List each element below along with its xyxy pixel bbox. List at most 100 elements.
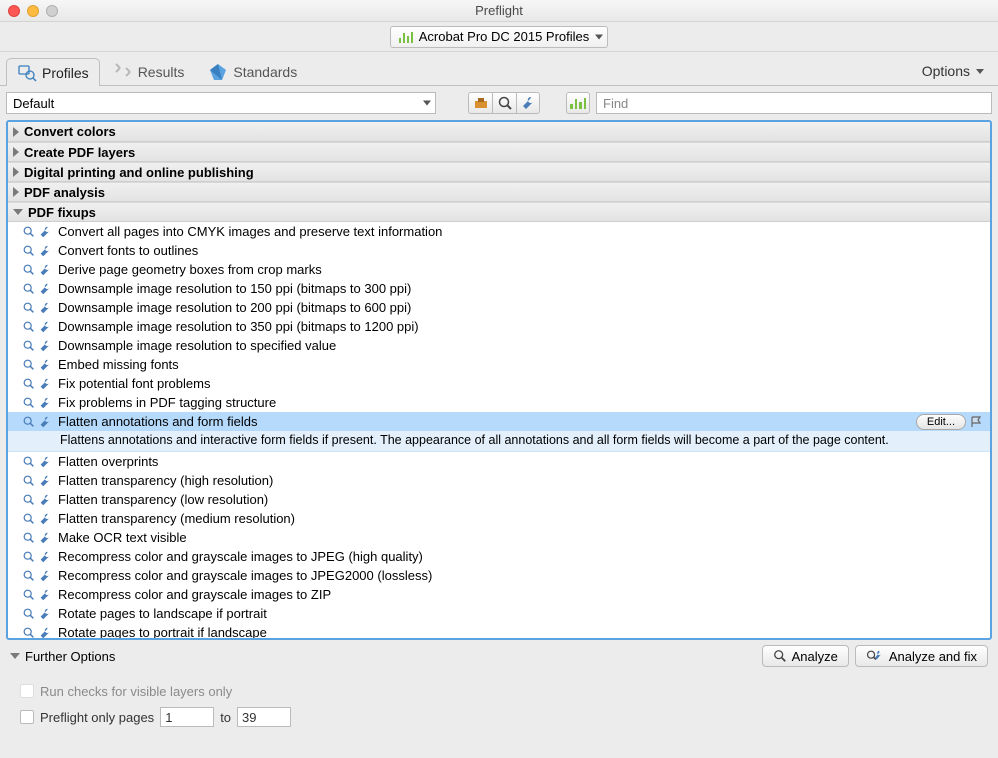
magnifier-icon <box>22 569 36 583</box>
triangle-down-icon <box>13 209 23 215</box>
find-input[interactable]: Find <box>596 92 992 114</box>
chevron-down-icon <box>423 101 431 106</box>
visible-layers-row: Run checks for visible layers only <box>20 678 978 704</box>
fixup-item[interactable]: Embed missing fonts <box>8 355 990 374</box>
magnifier-icon <box>22 607 36 621</box>
zoom-window-button[interactable] <box>46 5 58 17</box>
fixup-item[interactable]: Flatten transparency (medium resolution) <box>8 509 990 528</box>
category-row[interactable]: Convert colors <box>8 122 990 142</box>
show-profiles-button[interactable] <box>492 92 516 114</box>
window-titlebar: Preflight <box>0 0 998 22</box>
wrench-icon <box>38 512 52 526</box>
wrench-icon <box>38 455 52 469</box>
fixup-item[interactable]: Downsample image resolution to 200 ppi (… <box>8 298 990 317</box>
minimize-window-button[interactable] <box>27 5 39 17</box>
profile-library-label: Acrobat Pro DC 2015 Profiles <box>419 29 590 44</box>
tab-profiles[interactable]: Profiles <box>6 58 100 86</box>
options-menu-label: Options <box>922 63 970 79</box>
tab-standards[interactable]: Standards <box>197 57 308 85</box>
fixup-item[interactable]: Make OCR text visible <box>8 528 990 547</box>
category-label: Digital printing and online publishing <box>24 165 254 180</box>
preflight-pages-checkbox[interactable] <box>20 710 34 724</box>
fixup-item[interactable]: Convert all pages into CMYK images and p… <box>8 222 990 241</box>
window-controls <box>8 5 58 17</box>
flag-icon[interactable] <box>970 415 984 429</box>
category-row[interactable]: Create PDF layers <box>8 142 990 162</box>
toolbar: Default Find <box>0 86 998 120</box>
analyze-and-fix-label: Analyze and fix <box>889 649 977 664</box>
edit-profile-button[interactable]: Edit... <box>916 414 966 430</box>
category-label: PDF analysis <box>24 185 105 200</box>
wrench-icon <box>38 474 52 488</box>
magnifier-icon <box>22 339 36 353</box>
wrench-icon <box>38 626 52 639</box>
fixup-item[interactable]: Derive page geometry boxes from crop mar… <box>8 260 990 279</box>
tab-standards-label: Standards <box>233 64 297 80</box>
fixup-item[interactable]: Flatten transparency (low resolution) <box>8 490 990 509</box>
group-filter-dropdown[interactable]: Default <box>6 92 436 114</box>
show-all-button[interactable] <box>468 92 492 114</box>
magnifier-icon <box>22 358 36 372</box>
analyze-and-fix-button[interactable]: Analyze and fix <box>855 645 988 667</box>
wrench-icon <box>38 607 52 621</box>
magnifier-icon <box>22 550 36 564</box>
category-row[interactable]: PDF fixups <box>8 202 990 222</box>
magnifier-icon <box>773 649 787 663</box>
magnifier-icon <box>22 263 36 277</box>
view-bars-button[interactable] <box>566 92 590 114</box>
results-icon <box>113 62 133 82</box>
fixup-item[interactable]: Rotate pages to landscape if portrait <box>8 604 990 623</box>
fixup-label: Recompress color and grayscale images to… <box>58 568 984 583</box>
fixup-item[interactable]: Downsample image resolution to 350 ppi (… <box>8 317 990 336</box>
triangle-right-icon <box>13 127 19 137</box>
profile-library-dropdown[interactable]: Acrobat Pro DC 2015 Profiles <box>390 26 609 48</box>
fixup-label: Flatten overprints <box>58 454 984 469</box>
wrench-icon <box>38 282 52 296</box>
fixup-item[interactable]: Fix potential font problems <box>8 374 990 393</box>
fixup-item[interactable]: Flatten transparency (high resolution) <box>8 471 990 490</box>
page-to-input[interactable]: 39 <box>237 707 291 727</box>
fixup-item[interactable]: Flatten overprints <box>8 452 990 471</box>
fixup-item[interactable]: Fix problems in PDF tagging structure <box>8 393 990 412</box>
options-menu[interactable]: Options <box>922 57 992 85</box>
fixup-item[interactable]: Recompress color and grayscale images to… <box>8 547 990 566</box>
triangle-right-icon <box>13 147 19 157</box>
category-label: Create PDF layers <box>24 145 135 160</box>
page-from-input[interactable]: 1 <box>160 707 214 727</box>
preflight-pages-label: Preflight only pages <box>40 710 154 725</box>
analyze-button[interactable]: Analyze <box>762 645 849 667</box>
chevron-down-icon <box>976 69 984 74</box>
further-options-label: Further Options <box>25 649 115 664</box>
fixup-item[interactable]: Rotate pages to portrait if landscape <box>8 623 990 638</box>
wrench-icon <box>38 531 52 545</box>
profile-selector-row: Acrobat Pro DC 2015 Profiles <box>0 22 998 52</box>
profile-list-scroll[interactable]: Convert colors Create PDF layers Digital p… <box>8 122 990 638</box>
category-row[interactable]: Digital printing and online publishing <box>8 162 990 182</box>
magnifier-icon <box>22 320 36 334</box>
view-mode-buttons <box>468 92 540 114</box>
fixup-item[interactable]: Recompress color and grayscale images to… <box>8 566 990 585</box>
fixup-label: Recompress color and grayscale images to… <box>58 587 984 602</box>
disclosure-triangle-icon[interactable] <box>10 653 20 659</box>
magnifier-icon <box>22 396 36 410</box>
toolbox-icon <box>473 95 489 111</box>
magnifier-icon <box>22 455 36 469</box>
window-title: Preflight <box>0 3 998 18</box>
fixup-label: Downsample image resolution to 350 ppi (… <box>58 319 984 334</box>
fixup-label: Fix problems in PDF tagging structure <box>58 395 984 410</box>
wrench-icon <box>38 493 52 507</box>
fixup-item[interactable]: Downsample image resolution to 150 ppi (… <box>8 279 990 298</box>
show-fixups-button[interactable] <box>516 92 540 114</box>
wrench-icon <box>38 550 52 564</box>
chevron-down-icon <box>595 34 603 39</box>
category-row[interactable]: PDF analysis <box>8 182 990 202</box>
fixup-label: Flatten transparency (medium resolution) <box>58 511 984 526</box>
close-window-button[interactable] <box>8 5 20 17</box>
tab-results[interactable]: Results <box>102 57 196 85</box>
fixup-item[interactable]: Downsample image resolution to specified… <box>8 336 990 355</box>
wrench-icon <box>38 415 52 429</box>
fixup-item[interactable]: Flatten annotations and form fieldsEdit.… <box>8 412 990 431</box>
fixup-item[interactable]: Recompress color and grayscale images to… <box>8 585 990 604</box>
fixup-label: Downsample image resolution to 200 ppi (… <box>58 300 984 315</box>
fixup-item[interactable]: Convert fonts to outlines <box>8 241 990 260</box>
